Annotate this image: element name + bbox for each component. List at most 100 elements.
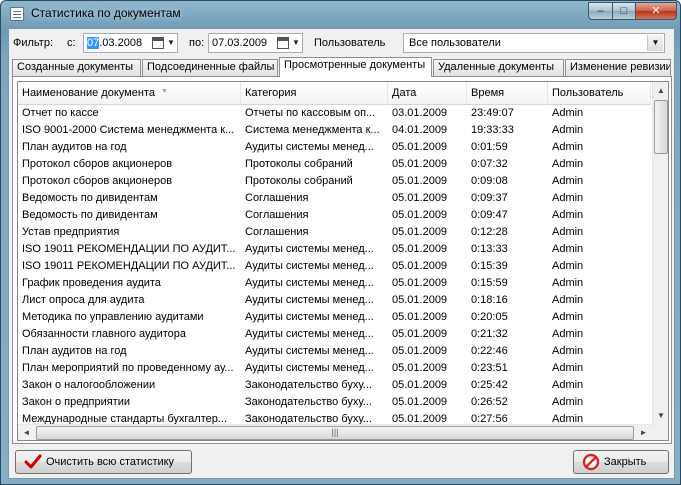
calendar-icon[interactable] [277, 37, 289, 49]
from-date-value[interactable]: 07.03.2008 [87, 37, 142, 49]
cell-user: Admin [552, 124, 584, 136]
cell-document-name: Методика по управлению аудитами [22, 311, 204, 323]
table-row[interactable]: Устав предприятия Соглашения 05.01.2009 0:1… [18, 224, 651, 241]
user-select[interactable]: Все пользователи ▼ [403, 33, 665, 53]
checkmark-icon [24, 454, 42, 469]
column-header-category[interactable]: Категория [241, 82, 388, 105]
cell-category: Аудиты системы менед... [245, 294, 374, 306]
cell-document-name: ISO 19011 РЕКОМЕНДАЦИИ ПО АУДИТ... [22, 243, 236, 255]
cell-user: Admin [552, 294, 584, 306]
table-row[interactable]: Лист опроса для аудита Аудиты системы мен… [18, 292, 651, 309]
cell-category: Законодательство буху... [245, 396, 372, 408]
chevron-down-icon[interactable]: ▼ [647, 35, 663, 51]
cell-time: 0:01:59 [471, 141, 508, 153]
table-row[interactable]: Закон о предприятии Законодательство буху… [18, 394, 651, 411]
table-row[interactable]: ISO 9001-2000 Система менеджмента к... Си… [18, 122, 651, 139]
cell-user: Admin [552, 226, 584, 238]
clear-statistics-label: Очистить всю статистику [46, 456, 175, 468]
chevron-down-icon[interactable]: ▼ [291, 37, 301, 49]
cell-date: 05.01.2009 [392, 328, 448, 340]
cell-category: Аудиты системы менед... [245, 362, 374, 374]
maximize-button[interactable]: □ [612, 2, 636, 20]
client-area: Фильтр: с: 07.03.2008 ▼ по: 07.03.2009 ▼… [8, 28, 675, 479]
scroll-left-icon[interactable]: ◄ [18, 425, 35, 440]
column-header-time[interactable]: Время [467, 82, 548, 105]
user-select-value[interactable]: Все пользователи [409, 37, 501, 49]
cell-user: Admin [552, 192, 584, 204]
cell-user: Admin [552, 362, 584, 374]
cell-document-name: График проведения аудита [22, 277, 161, 289]
to-date-picker[interactable]: 07.03.2009 ▼ [208, 33, 303, 53]
table-row[interactable]: ISO 19011 РЕКОМЕНДАЦИИ ПО АУДИТ... Аудиты… [18, 241, 651, 258]
tab-strip: Созданные документы Подсоединенные файлы… [12, 57, 674, 77]
scroll-up-icon[interactable]: ▲ [653, 82, 668, 99]
title-bar[interactable]: Статистика по документам – □ ✕ [1, 1, 680, 28]
cell-date: 05.01.2009 [392, 396, 448, 408]
cell-user: Admin [552, 107, 584, 119]
tab-created-documents[interactable]: Созданные документы [12, 59, 141, 76]
vertical-scrollbar[interactable]: ▲ ▼ [652, 82, 668, 424]
cell-time: 0:09:47 [471, 209, 508, 221]
table-row[interactable]: План мероприятий по проведенному ау... Ау… [18, 360, 651, 377]
cell-time: 0:26:52 [471, 396, 508, 408]
horizontal-scroll-thumb[interactable]: ||| [36, 426, 634, 440]
close-button[interactable]: Закрыть [573, 450, 669, 474]
table-row[interactable]: График проведения аудита Аудиты системы м… [18, 275, 651, 292]
tab-revision-changes[interactable]: Изменение ревизии [565, 59, 671, 76]
table-row[interactable]: Ведомость по дивидентам Соглашения 05.01.2… [18, 190, 651, 207]
cell-time: 0:25:42 [471, 379, 508, 391]
chevron-down-icon[interactable]: ▼ [166, 37, 176, 49]
table-row[interactable]: Отчет по кассе Отчеты по кассовым оп... 03… [18, 105, 651, 122]
table-row[interactable]: Ведомость по дивидентам Соглашения 05.01.2… [18, 207, 651, 224]
cell-category: Аудиты системы менед... [245, 311, 374, 323]
stop-icon [582, 453, 600, 471]
close-label: Закрыть [604, 456, 647, 468]
cell-time: 0:15:59 [471, 277, 508, 289]
cell-time: 0:15:39 [471, 260, 508, 272]
close-window-button[interactable]: ✕ [635, 2, 677, 20]
table-row[interactable]: Методика по управлению аудитами Аудиты си… [18, 309, 651, 326]
scroll-right-icon[interactable]: ► [635, 425, 652, 440]
cell-document-name: Отчет по кассе [22, 107, 99, 119]
cell-category: Аудиты системы менед... [245, 141, 374, 153]
cell-user: Admin [552, 396, 584, 408]
cell-category: Аудиты системы менед... [245, 277, 374, 289]
from-date-picker[interactable]: 07.03.2008 ▼ [83, 33, 178, 53]
cell-document-name: Закон о предприятии [22, 396, 130, 408]
scroll-down-icon[interactable]: ▼ [653, 407, 668, 424]
vertical-scroll-thumb[interactable] [654, 100, 668, 154]
cell-category: Соглашения [245, 226, 309, 238]
cell-date: 05.01.2009 [392, 277, 448, 289]
clear-statistics-button[interactable]: Очистить всю статистику [15, 450, 192, 474]
table-row[interactable]: План аудитов на год Аудиты системы менед.… [18, 343, 651, 360]
tab-viewed-documents[interactable]: Просмотренные документы [279, 57, 432, 77]
cell-user: Admin [552, 243, 584, 255]
cell-date: 05.01.2009 [392, 243, 448, 255]
table-row[interactable]: Протокол сборов акционеров Протоколы собр… [18, 173, 651, 190]
cell-document-name: ISO 19011 РЕКОМЕНДАЦИИ ПО АУДИТ... [22, 260, 236, 272]
tab-attached-files[interactable]: Подсоединенные файлы [142, 59, 278, 76]
documents-grid: Наименование документа ▼ Категория Дата В… [17, 81, 669, 441]
cell-document-name: План аудитов на год [22, 141, 127, 153]
cell-user: Admin [552, 345, 584, 357]
tab-deleted-documents[interactable]: Удаленные документы [433, 59, 564, 76]
column-header-user[interactable]: Пользователь [548, 82, 651, 105]
to-date-value[interactable]: 07.03.2009 [212, 37, 267, 49]
minimize-button[interactable]: – [588, 2, 613, 20]
table-row[interactable]: План аудитов на год Аудиты системы менед.… [18, 139, 651, 156]
cell-category: Соглашения [245, 209, 309, 221]
table-row[interactable]: Протокол сборов акционеров Протоколы собр… [18, 156, 651, 173]
horizontal-scrollbar[interactable]: ◄ ||| ► [18, 424, 652, 440]
cell-time: 23:49:07 [471, 107, 514, 119]
table-row[interactable]: Закон о налогообложении Законодательство … [18, 377, 651, 394]
column-header-name[interactable]: Наименование документа ▼ [18, 82, 241, 105]
table-row[interactable]: Обязанности главного аудитора Аудиты сист… [18, 326, 651, 343]
cell-user: Admin [552, 141, 584, 153]
app-window: Статистика по документам – □ ✕ Фильтр: с… [0, 0, 681, 485]
to-label: по: [189, 37, 205, 49]
cell-category: Аудиты системы менед... [245, 243, 374, 255]
table-row[interactable]: ISO 19011 РЕКОМЕНДАЦИИ ПО АУДИТ... Аудиты… [18, 258, 651, 275]
column-header-date[interactable]: Дата [388, 82, 467, 105]
cell-date: 05.01.2009 [392, 379, 448, 391]
calendar-icon[interactable] [152, 37, 164, 49]
